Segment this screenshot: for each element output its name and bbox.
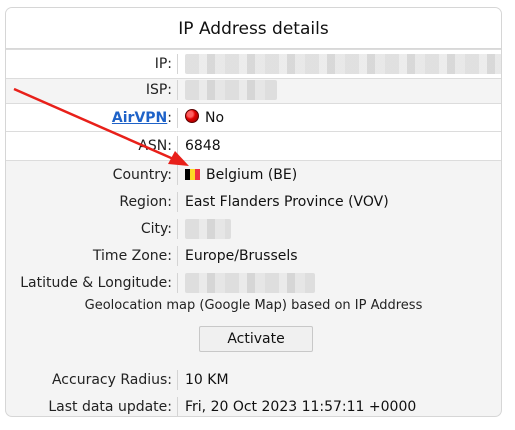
red-arrow-annotation (13, 87, 189, 166)
arrow-head (168, 151, 189, 166)
arrow-shaft (13, 87, 179, 163)
